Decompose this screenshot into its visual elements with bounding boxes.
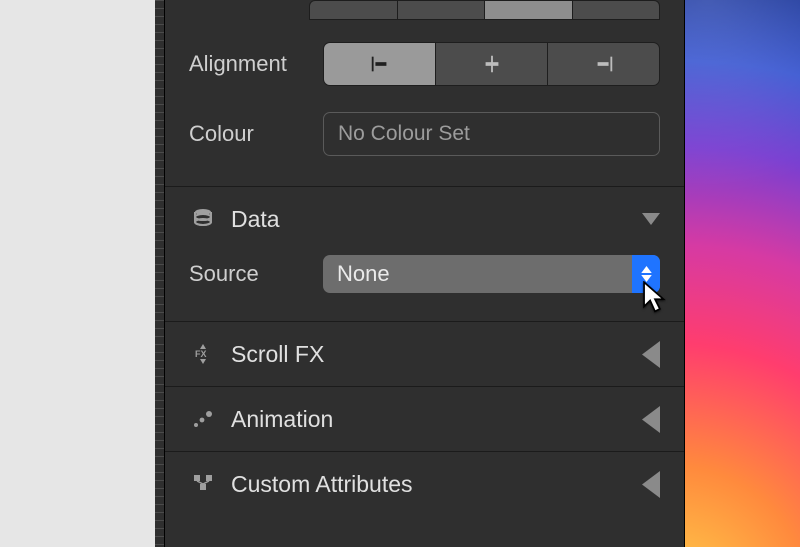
canvas-blank-area [0, 0, 155, 547]
desktop-wallpaper [685, 0, 800, 547]
text-style-segmented [309, 0, 660, 20]
text-style-option-4[interactable] [573, 0, 661, 20]
colour-label: Colour [189, 121, 309, 147]
alignment-segmented [323, 42, 660, 86]
align-center-button[interactable] [435, 43, 547, 85]
animation-title: Animation [231, 406, 628, 433]
colour-well[interactable]: No Colour Set [323, 112, 660, 156]
text-style-option-2[interactable] [398, 0, 486, 20]
align-left-icon [369, 53, 391, 75]
data-section-header[interactable]: Data [165, 186, 684, 251]
source-dropdown-value: None [323, 255, 632, 293]
database-icon [189, 205, 217, 233]
align-left-button[interactable] [324, 43, 435, 85]
svg-text:FX: FX [195, 349, 207, 359]
alignment-label: Alignment [189, 51, 309, 77]
chevron-down-icon [641, 275, 652, 282]
scroll-fx-section-header[interactable]: FX Scroll FX [165, 321, 684, 386]
align-center-icon [481, 53, 503, 75]
text-style-option-1[interactable] [309, 0, 398, 20]
vertical-ruler [155, 0, 165, 547]
scroll-fx-disclose-icon [642, 345, 660, 363]
scroll-fx-icon: FX [189, 340, 217, 368]
animation-section-header[interactable]: Animation [165, 386, 684, 451]
animation-disclose-icon [642, 410, 660, 428]
custom-attributes-icon [189, 470, 217, 498]
inspector-panel: Alignment [165, 0, 685, 547]
source-dropdown[interactable]: None [323, 255, 660, 293]
align-right-icon [593, 53, 615, 75]
colour-value: No Colour Set [338, 122, 470, 146]
custom-attributes-section-header[interactable]: Custom Attributes [165, 451, 684, 516]
align-right-button[interactable] [547, 43, 659, 85]
data-section-title: Data [231, 206, 628, 233]
custom-attributes-disclose-icon [642, 475, 660, 493]
data-section-disclose-icon [642, 210, 660, 228]
text-style-option-3[interactable] [485, 0, 573, 20]
source-label: Source [189, 261, 309, 287]
animation-icon [189, 405, 217, 433]
source-dropdown-stepper[interactable] [632, 255, 660, 293]
chevron-up-icon [641, 266, 652, 273]
custom-attributes-title: Custom Attributes [231, 471, 628, 498]
scroll-fx-title: Scroll FX [231, 341, 628, 368]
